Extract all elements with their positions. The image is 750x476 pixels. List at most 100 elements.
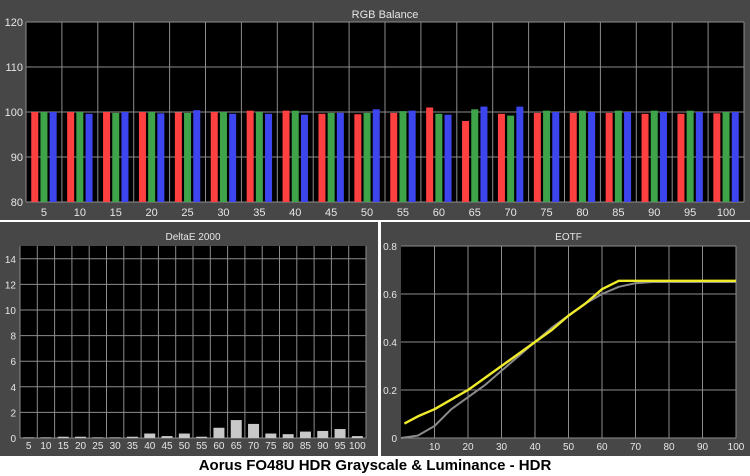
rgb-bar-blue xyxy=(659,112,667,202)
rgb-bar-red xyxy=(174,112,182,202)
rgb-chart-title: RGB Balance xyxy=(352,9,419,21)
rgb-x-tick-label: 20 xyxy=(146,207,158,219)
deltae-y-tick-label: 0 xyxy=(10,434,16,445)
rgb-y-tick-label: 100 xyxy=(5,107,23,119)
rgb-y-tick-label: 90 xyxy=(11,152,23,164)
deltae-bar xyxy=(282,434,294,438)
chart-stage: RGB Balance 80 90 100 110 120 5 10 15 20 25 30 35 40 4… xyxy=(0,0,750,476)
rgb-bar-green xyxy=(507,115,515,202)
deltae-y-tick-label: 4 xyxy=(10,383,16,394)
rgb-x-tick-label: 85 xyxy=(612,207,624,219)
deltae-x-tick-label: 30 xyxy=(110,441,122,452)
eotf-x-tick-label: 40 xyxy=(529,442,541,453)
rgb-bar-red xyxy=(318,113,326,202)
rgb-bar-red xyxy=(462,121,470,202)
rgb-bar-green xyxy=(363,112,371,202)
deltae-x-tick-label: 50 xyxy=(179,441,191,452)
deltae-bar xyxy=(196,436,208,438)
rgb-x-tick-label: 95 xyxy=(684,207,696,219)
rgb-bar-red xyxy=(67,112,75,202)
rgb-x-tick-label: 50 xyxy=(361,207,373,219)
rgb-bar-green xyxy=(219,112,227,202)
rgb-bar-green xyxy=(291,110,299,202)
rgb-bar-blue xyxy=(480,106,488,202)
eotf-x-tick-label: 30 xyxy=(496,442,508,453)
deltae-x-tick-label: 25 xyxy=(92,441,104,452)
deltae-bar xyxy=(351,436,363,438)
deltae-x-tick-label: 60 xyxy=(213,441,225,452)
eotf-y-tick-label: 0 xyxy=(391,434,397,445)
deltae-x-tick-label: 65 xyxy=(231,441,243,452)
rgb-bar-green xyxy=(184,112,192,202)
deltae-bar xyxy=(57,436,69,438)
rgb-bar-red xyxy=(569,112,577,202)
deltae-bar xyxy=(144,433,156,438)
rgb-x-tick-label: 45 xyxy=(325,207,337,219)
rgb-bar-red xyxy=(138,112,146,202)
rgb-x-tick-label: 70 xyxy=(505,207,517,219)
rgb-bar-red xyxy=(210,112,218,202)
rgb-bar-green xyxy=(686,110,694,202)
rgb-x-tick-label: 25 xyxy=(181,207,193,219)
rgb-x-tick-label: 30 xyxy=(217,207,229,219)
eotf-x-tick-label: 90 xyxy=(697,442,709,453)
rgb-x-tick-label: 55 xyxy=(397,207,409,219)
rgb-bar-blue xyxy=(85,113,93,202)
rgb-x-tick-label: 15 xyxy=(110,207,122,219)
rgb-bar-red xyxy=(246,110,254,202)
deltae-x-tick-label: 20 xyxy=(75,441,87,452)
deltae-x-tick-label: 5 xyxy=(26,441,32,452)
rgb-bar-green xyxy=(327,112,335,202)
deltae-y-tick-label: 8 xyxy=(10,332,16,343)
deltae-bar xyxy=(40,437,52,438)
rgb-x-tick-label: 10 xyxy=(74,207,86,219)
deltae-bar xyxy=(161,436,173,438)
eotf-x-tick-label: 60 xyxy=(596,442,608,453)
deltae-y-tick-label: 12 xyxy=(5,280,17,291)
rgb-bar-blue xyxy=(695,112,703,202)
rgb-bar-red xyxy=(641,113,649,202)
deltae-y-tick-label: 14 xyxy=(5,255,17,266)
deltae-x-tick-label: 100 xyxy=(349,441,366,452)
rgb-x-tick-label: 35 xyxy=(253,207,265,219)
rgb-bar-blue xyxy=(300,114,308,202)
eotf-x-tick-label: 70 xyxy=(630,442,642,453)
deltae-x-tick-label: 40 xyxy=(144,441,156,452)
rgb-bar-blue xyxy=(193,110,201,202)
eotf-x-tick-label: 10 xyxy=(429,442,441,453)
rgb-bar-blue xyxy=(552,112,560,202)
deltae-bar xyxy=(265,433,277,438)
rgb-y-tick-label: 120 xyxy=(5,17,23,29)
deltae-bar xyxy=(317,430,329,438)
rgb-bar-green xyxy=(471,109,479,202)
deltae-x-tick-label: 80 xyxy=(283,441,295,452)
rgb-bar-blue xyxy=(444,114,452,202)
deltae-bar xyxy=(213,427,225,438)
eotf-x-tick-label: 20 xyxy=(462,442,474,453)
deltae-x-tick-label: 15 xyxy=(58,441,70,452)
deltae-y-tick-label: 2 xyxy=(10,408,16,419)
rgb-y-tick-label: 80 xyxy=(11,197,23,209)
deltae-x-tick-label: 70 xyxy=(248,441,260,452)
rgb-x-tick-label: 100 xyxy=(717,207,735,219)
rgb-bar-green xyxy=(40,112,48,202)
deltae-bar xyxy=(109,437,121,438)
rgb-bar-blue xyxy=(408,110,416,202)
rgb-bar-red xyxy=(533,112,541,202)
deltae-y-tick-label: 6 xyxy=(10,357,16,368)
rgb-bar-green xyxy=(255,112,263,202)
eotf-chart-title: EOTF xyxy=(555,232,582,243)
deltae-x-tick-label: 45 xyxy=(161,441,173,452)
rgb-bar-blue xyxy=(588,112,596,202)
rgb-bar-blue xyxy=(229,113,237,202)
rgb-bar-blue xyxy=(157,113,165,202)
rgb-bar-blue xyxy=(516,106,524,202)
eotf-y-tick-label: 0.8 xyxy=(383,242,397,253)
rgb-x-tick-label: 5 xyxy=(41,207,47,219)
rgb-y-tick-label: 110 xyxy=(5,62,23,74)
rgb-bar-blue xyxy=(624,112,632,202)
rgb-bar-red xyxy=(354,114,362,202)
deltae-bar xyxy=(92,437,104,438)
rgb-bar-green xyxy=(614,110,622,202)
rgb-x-tick-label: 40 xyxy=(289,207,301,219)
